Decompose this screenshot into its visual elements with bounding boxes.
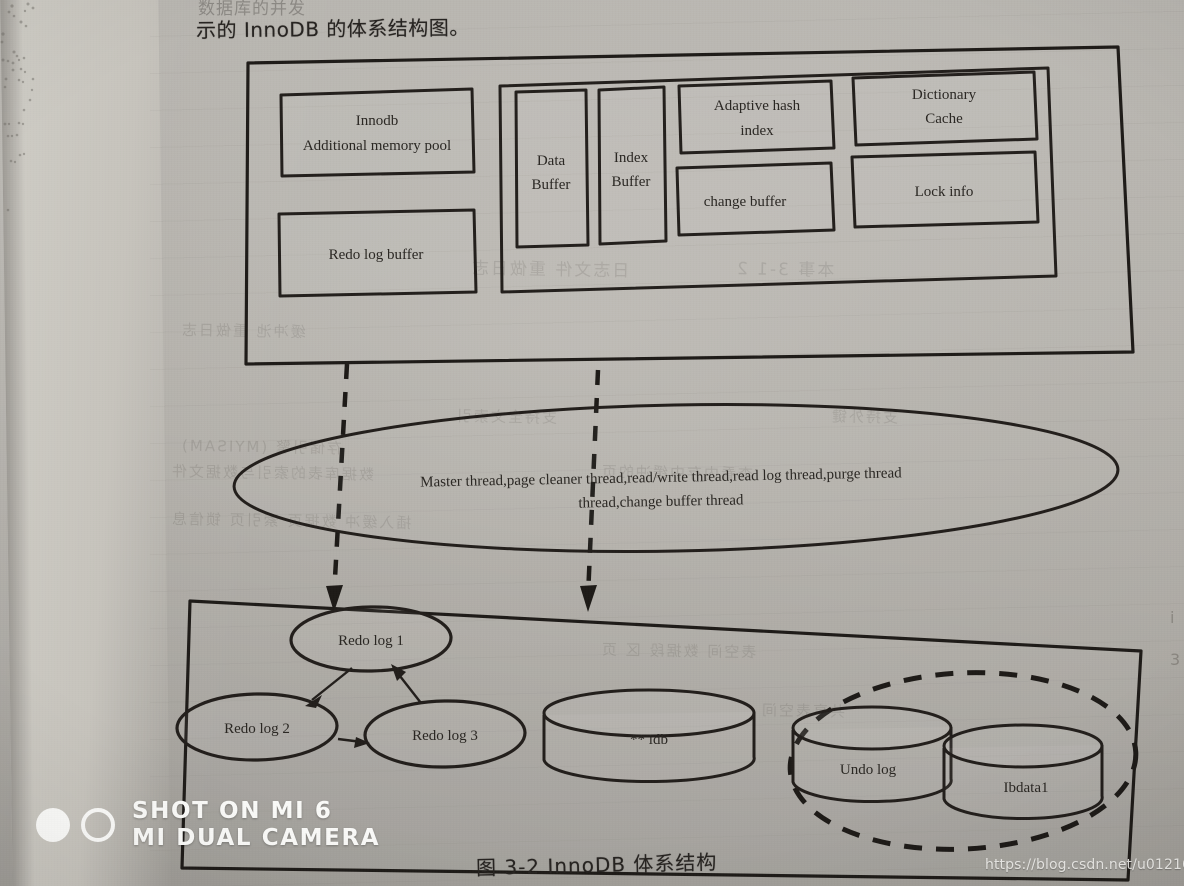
index-buffer-line1: Index xyxy=(614,150,649,166)
shot-on-line2: MI DUAL CAMERA xyxy=(132,825,381,852)
data-buffer-line1: Data xyxy=(537,153,566,169)
csdn-url-watermark: https://blog.csdn.net/u012164509 xyxy=(985,857,1184,873)
photographed-book-page: 日志文件 重做日志 本事 3-1 2 支持全文索引 支持外键 存储引擎 (MYI… xyxy=(0,0,1184,886)
ibdata1-label: Ibdata1 xyxy=(1004,780,1049,796)
data-buffer-line2: Buffer xyxy=(532,177,571,193)
innodb-architecture-diagram: Innodb Additional memory pool Redo log b… xyxy=(175,45,1143,882)
lock-info-label: Lock info xyxy=(915,184,974,200)
shot-on-line1: SHOT ON MI 6 xyxy=(132,798,333,824)
dictionary-cache-line1: Dictionary xyxy=(912,87,977,103)
redo-log-1-label: Redo log 1 xyxy=(338,633,404,649)
innodb-additional-memory-pool-line1: Innodb xyxy=(356,113,399,129)
dashed-connector-right-arrowhead xyxy=(580,585,597,612)
redo-log-buffer-label: Redo log buffer xyxy=(329,247,424,263)
ibdata1-cylinder xyxy=(942,723,1104,821)
figure-caption: 图 3-2 InnoDB 体系结构 xyxy=(475,850,718,880)
innodb-additional-memory-pool-line2: Additional memory pool xyxy=(303,138,451,154)
shot-on-text-block: SHOT ON MI 6 MI DUAL CAMERA xyxy=(132,798,380,852)
undo-log-label: Undo log xyxy=(840,762,897,778)
redo-log-2-label: Redo log 2 xyxy=(224,721,290,737)
redo-log-3-label: Redo log 3 xyxy=(412,728,478,744)
adaptive-hash-index-box xyxy=(677,79,836,155)
idb-cylinder-label: ** idb xyxy=(630,732,668,748)
lens-outline-icon xyxy=(81,808,115,843)
edge-fragment-bottom: 3 xyxy=(1170,650,1181,669)
change-buffer-label: change buffer xyxy=(704,194,787,210)
dictionary-cache-box xyxy=(851,70,1039,147)
background-threads-line2: thread,change buffer thread xyxy=(578,492,744,511)
lens-filled-icon xyxy=(36,808,70,843)
adaptive-hash-index-line1: Adaptive hash xyxy=(714,98,801,114)
adaptive-hash-index-line2: index xyxy=(740,123,774,139)
shot-on-watermark: SHOT ON MI 6 MI DUAL CAMERA xyxy=(36,798,380,852)
innodb-additional-memory-pool-box xyxy=(279,87,476,178)
edge-fragment-top: i xyxy=(1170,608,1175,627)
index-buffer-line2: Buffer xyxy=(612,174,651,190)
undo-log-cylinder xyxy=(791,705,953,804)
dictionary-cache-line2: Cache xyxy=(925,111,963,127)
dual-camera-lens-icon xyxy=(36,808,115,843)
